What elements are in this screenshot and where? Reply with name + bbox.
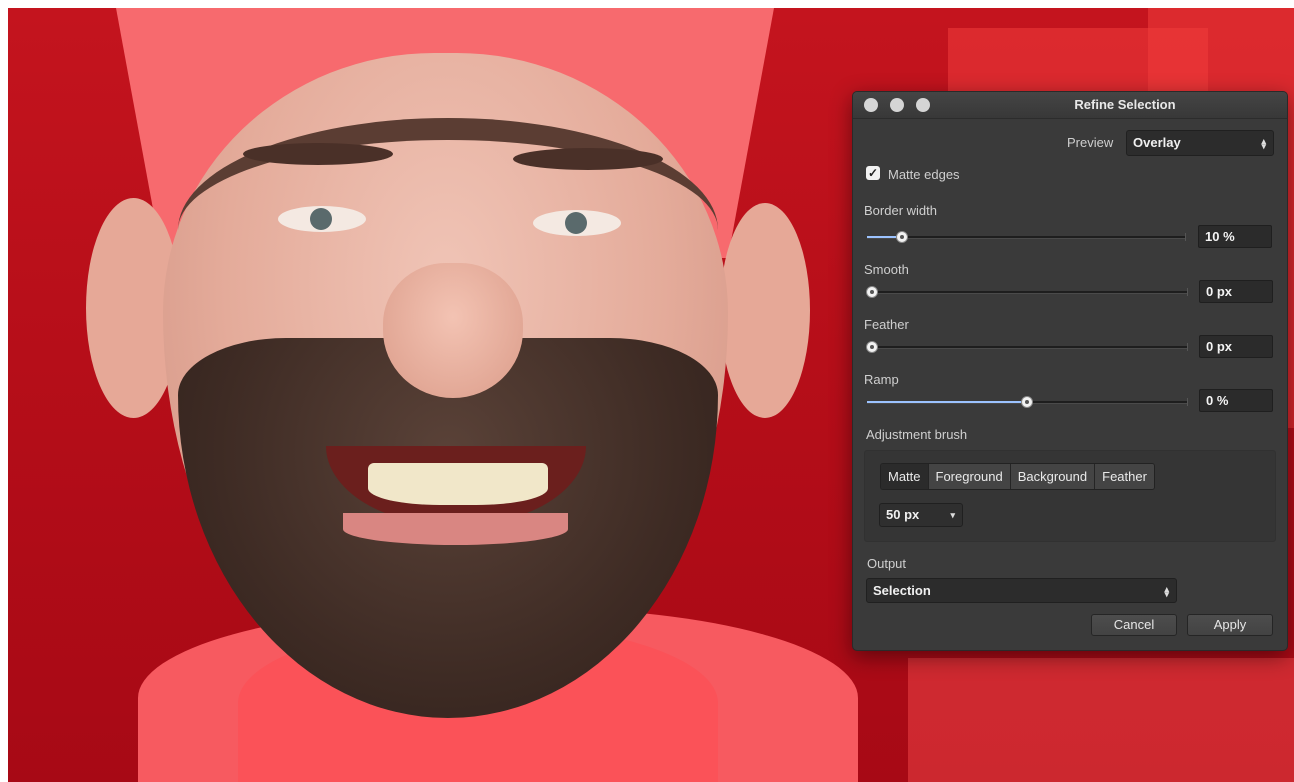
feather-slider[interactable]: [866, 341, 1188, 353]
apply-button[interactable]: Apply: [1187, 614, 1273, 636]
checkmark-icon: ✓: [867, 166, 879, 180]
left-eye: [278, 206, 366, 232]
matte-edges-checkbox[interactable]: ✓: [866, 166, 880, 180]
cancel-button[interactable]: Cancel: [1091, 614, 1177, 636]
slider-fill: [867, 401, 1027, 403]
left-eyebrow: [243, 143, 393, 165]
slider-track-end: [1187, 343, 1188, 351]
feather-label: Feather: [864, 317, 909, 332]
output-select[interactable]: Selection ▴ ▾: [866, 578, 1177, 603]
slider-knob[interactable]: [896, 231, 908, 243]
smooth-label: Smooth: [864, 262, 909, 277]
border-width-field[interactable]: 10 %: [1198, 225, 1272, 248]
ramp-label: Ramp: [864, 372, 899, 387]
mode-background-button[interactable]: Background: [1010, 464, 1096, 489]
adjustment-brush-panel: Matte Foreground Background Feather 50 p…: [864, 450, 1276, 542]
smooth-slider[interactable]: [866, 286, 1188, 298]
refine-selection-dialog: Refine Selection Preview Overlay ▴ ▾ ✓ Ma…: [852, 91, 1288, 651]
border-width-slider[interactable]: [867, 231, 1186, 243]
preview-label: Preview: [1067, 135, 1114, 150]
slider-knob[interactable]: [866, 341, 878, 353]
ramp-slider[interactable]: [867, 396, 1188, 408]
preview-select-value: Overlay: [1133, 135, 1181, 150]
mode-foreground-button[interactable]: Foreground: [928, 464, 1011, 489]
adjustment-brush-label: Adjustment brush: [866, 427, 968, 442]
right-eye: [533, 210, 621, 236]
stepper-arrows-icon: ▴ ▾: [1261, 136, 1266, 151]
output-select-value: Selection: [873, 583, 931, 598]
border-width-label: Border width: [864, 203, 937, 218]
output-label: Output: [867, 556, 907, 571]
ramp-field[interactable]: 0 %: [1199, 389, 1273, 412]
preview-select[interactable]: Overlay ▴ ▾: [1126, 130, 1274, 156]
dialog-titlebar[interactable]: Refine Selection: [853, 92, 1287, 119]
background-shape: [908, 658, 1294, 782]
slider-knob[interactable]: [866, 286, 878, 298]
stepper-arrows-icon: ▴ ▾: [1164, 584, 1169, 599]
slider-knob[interactable]: [1021, 396, 1033, 408]
slider-track-end: [1185, 233, 1186, 241]
mode-matte-button[interactable]: Matte: [881, 464, 929, 489]
brush-size-dropdown[interactable]: 50 px ▾: [879, 503, 963, 527]
dropdown-arrow-icon: ▾: [950, 510, 955, 520]
mode-feather-button[interactable]: Feather: [1095, 464, 1154, 489]
dialog-title: Refine Selection: [1074, 97, 1176, 112]
feather-field[interactable]: 0 px: [1199, 335, 1273, 358]
right-eyebrow: [513, 148, 663, 170]
nose: [383, 263, 523, 398]
lower-lip: [343, 513, 568, 545]
matte-edges-label: Matte edges: [888, 167, 960, 182]
brush-size-value: 50 px: [886, 507, 920, 522]
slider-track-end: [1187, 398, 1188, 406]
slider-track-end: [1187, 288, 1188, 296]
right-ear: [720, 203, 810, 418]
teeth: [368, 463, 548, 505]
smooth-field[interactable]: 0 px: [1199, 280, 1273, 303]
brush-mode-segmented: Matte Foreground Background Feather: [880, 463, 1155, 490]
